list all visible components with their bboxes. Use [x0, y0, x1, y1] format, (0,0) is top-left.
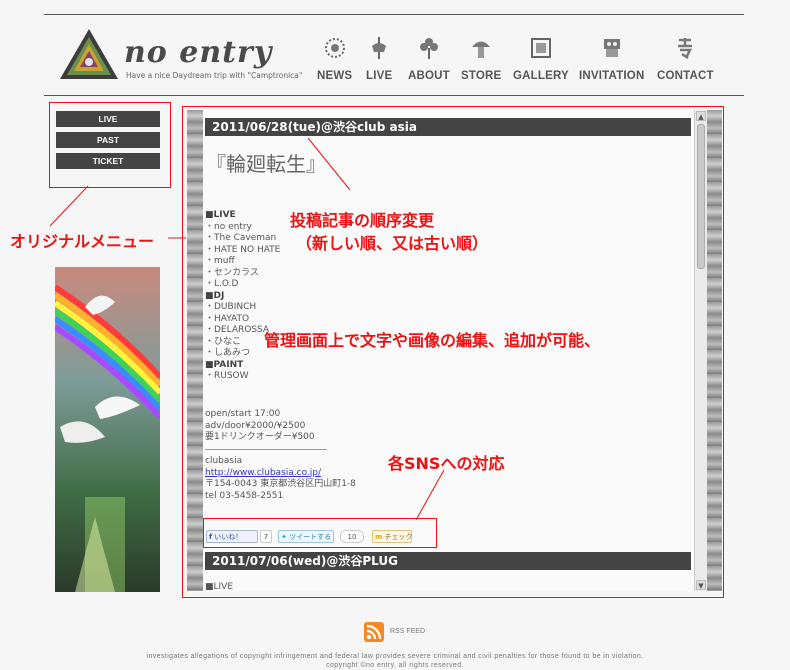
menu-past-button[interactable]: PAST [56, 132, 160, 148]
menu-ticket-button[interactable]: TICKET [56, 153, 160, 169]
nav-invitation[interactable]: INVITATION [579, 36, 644, 83]
lineup-item: ・muff [205, 256, 235, 266]
drink-note: 要1ドリンクオーダー¥500 [205, 432, 315, 442]
annotation-order-change: 投稿記事の順序変更 [290, 211, 435, 230]
ticket-price: adv/door¥2000/¥2500 [205, 420, 306, 431]
facebook-like-button[interactable]: f いいね！ [206, 530, 258, 543]
facebook-icon: f [209, 533, 213, 541]
footer-copyright: copyright ©no entry. all rights reserved… [326, 662, 464, 669]
post-header-2[interactable]: 2011/07/06(wed)@渋谷PLUG [205, 552, 691, 570]
post-header-1[interactable]: 2011/06/28(tue)@渋谷club asia [205, 118, 691, 136]
decorative-border-right [706, 110, 722, 591]
triangle-logo-icon [60, 29, 118, 79]
post2-live-heading: ■LIVE [205, 582, 234, 591]
lineup-item: ・DELAROSSA [205, 325, 270, 335]
venue-name: clubasia [205, 456, 243, 466]
nav-contact-label: CONTACT [657, 70, 714, 82]
scroll-thumb[interactable] [697, 124, 705, 269]
annotation-original-menu: オリジナルメニュー [10, 232, 155, 251]
nav-news[interactable]: NEWS [317, 36, 352, 83]
lineup-item: ・no entry [205, 221, 252, 232]
paint-heading: ■PAINT [205, 359, 244, 370]
lineup-item: ・The Caveman [205, 233, 277, 243]
venue-link[interactable]: http://www.clubasia.co.jp/ [205, 468, 321, 478]
lineup-item: ・RUSOW [205, 371, 249, 381]
like-count: 7 [260, 530, 272, 543]
nav-invitation-label: INVITATION [579, 70, 645, 82]
nav-gallery[interactable]: GALLERY [513, 36, 569, 83]
nav-about[interactable]: ABOUT [408, 36, 450, 83]
annotation-editable: 管理画面上で文字や画像の編集、追加が可能、 [264, 331, 601, 350]
annotation-sns: 各SNSへの対応 [388, 454, 505, 473]
side-artwork-image [55, 267, 160, 592]
logo-text: no entry [124, 35, 273, 70]
bottom-divider [44, 95, 744, 96]
tagline: Have a nice Daydream trip with "Camptron… [126, 71, 303, 80]
nav-store[interactable]: STORE [461, 36, 501, 83]
like-label: いいね！ [214, 533, 243, 541]
nav-gallery-label: GALLERY [513, 70, 569, 82]
rss-feed-link[interactable]: RSS FEED [390, 628, 425, 635]
nav-live[interactable]: LIVE [366, 36, 392, 83]
nav-news-label: NEWS [317, 70, 353, 82]
twitter-bird-icon: ✦ [281, 533, 287, 541]
tweet-label: ツイートする [289, 533, 332, 541]
scroll-up-arrow-icon[interactable]: ▲ [696, 111, 706, 121]
tweet-count: 10 [340, 530, 364, 543]
lineup-block: ■LIVE ・no entry ・The Caveman ・HATE NO HA… [205, 210, 280, 383]
lineup-item: ・ひなこ [205, 336, 242, 347]
mixi-label: チェック [384, 533, 413, 541]
footer-legal: investigates allegations of copyright in… [146, 653, 644, 660]
separator-line [205, 449, 327, 450]
tweet-button[interactable]: ✦ ツイートする [278, 530, 334, 543]
dj-heading: ■DJ [205, 290, 225, 301]
gear-flower-icon [324, 38, 345, 58]
vertical-scrollbar[interactable]: ▲ ▼ [694, 110, 707, 591]
menu-live-button[interactable]: LIVE [56, 111, 160, 127]
live-heading: ■LIVE [205, 210, 236, 220]
scroll-down-arrow-icon[interactable]: ▼ [696, 580, 706, 590]
venue-address: 〒154-0043 東京都渋谷区円山町1-8 [205, 479, 356, 489]
lineup-item: ・L.O.D [205, 279, 239, 289]
robot-icon [603, 39, 620, 57]
decorative-border-left [187, 110, 203, 591]
lineup-item: ・センカラス [205, 267, 259, 278]
picture-frame-icon [530, 38, 551, 58]
mushroom-icon [472, 41, 491, 58]
original-menu-highlight: LIVE PAST TICKET [49, 102, 171, 188]
nav-about-label: ABOUT [408, 70, 450, 82]
event-info: open/start 17:00 adv/door¥2000/¥2500 要1ド… [205, 409, 315, 444]
lineup-item: ・HAYATO [205, 313, 250, 324]
rss-feed-icon[interactable] [364, 622, 384, 642]
site-logo[interactable]: no entry Have a nice Daydream trip with … [58, 27, 302, 85]
top-divider [44, 14, 744, 15]
mixi-icon: m [375, 533, 383, 541]
clover-icon [419, 38, 438, 59]
kanji-icon [678, 38, 693, 60]
annotation-order-detail: （新しい順、又は古い順） [296, 234, 489, 253]
lineup-item: ・HATE NO HATE [205, 244, 281, 255]
nav-store-label: STORE [461, 70, 502, 82]
venue-info: clubasia http://www.clubasia.co.jp/ 〒154… [205, 456, 356, 502]
nav-live-label: LIVE [366, 70, 393, 82]
carousel-horse-icon [372, 37, 387, 59]
post-title: 『輪廻転生』 [206, 152, 326, 176]
lineup-item: ・DUBINCH [205, 302, 257, 312]
lineup-item: ・しあみつ [205, 348, 251, 358]
nav-contact[interactable]: CONTACT [657, 36, 714, 83]
mixi-check-button[interactable]: m チェック [372, 530, 413, 543]
venue-tel: tel 03-5458-2551 [205, 490, 284, 501]
open-time: open/start 17:00 [205, 409, 281, 419]
